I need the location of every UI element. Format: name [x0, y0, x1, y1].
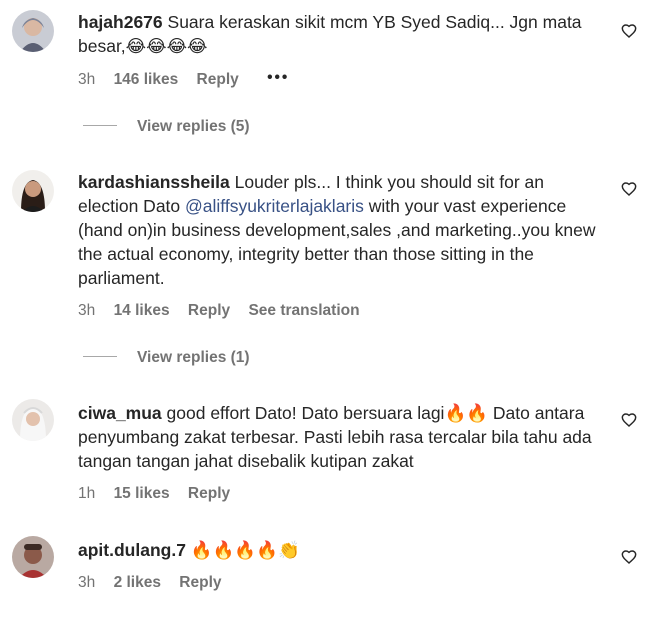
divider-line	[83, 356, 117, 358]
avatar[interactable]	[12, 399, 54, 441]
see-translation-button[interactable]: See translation	[248, 302, 359, 319]
comment-text: 🔥🔥🔥🔥👏	[190, 540, 300, 560]
comment-time: 1h	[78, 485, 96, 502]
reply-button[interactable]: Reply	[188, 485, 230, 502]
comment-time: 3h	[78, 71, 96, 88]
heart-icon[interactable]	[621, 549, 637, 565]
avatar[interactable]	[12, 10, 54, 52]
avatar[interactable]	[12, 170, 54, 212]
reply-button[interactable]: Reply	[179, 574, 221, 591]
comment-time: 3h	[78, 574, 96, 591]
comment-body: apit.dulang.7 🔥🔥🔥🔥👏	[78, 538, 598, 562]
view-replies-label: View replies (1)	[137, 349, 250, 366]
comment-body: ciwa_mua good effort Dato! Dato bersuara…	[78, 401, 598, 473]
comment-username[interactable]: kardashianssheila	[78, 172, 230, 192]
divider-line	[83, 125, 117, 127]
likes-count[interactable]: 15 likes	[114, 485, 170, 502]
likes-count[interactable]: 2 likes	[114, 574, 161, 591]
view-replies-label: View replies (5)	[137, 118, 250, 135]
heart-icon[interactable]	[621, 23, 637, 39]
reply-button[interactable]: Reply	[188, 302, 230, 319]
mention-link[interactable]: @aliffsyukriterlajaklaris	[185, 196, 364, 216]
comment-body: kardashianssheila Louder pls... I think …	[78, 170, 598, 290]
view-replies-button[interactable]: View replies (1)	[83, 349, 250, 367]
comment-meta: 1h 15 likes Reply	[78, 485, 244, 503]
comment-meta: 3h 14 likes Reply See translation	[78, 302, 374, 320]
likes-count[interactable]: 14 likes	[114, 302, 170, 319]
comment-username[interactable]: hajah2676	[78, 12, 163, 32]
reply-button[interactable]: Reply	[197, 71, 239, 88]
comment-meta: 3h 146 likes Reply •••	[78, 69, 303, 89]
comment-username[interactable]: apit.dulang.7	[78, 540, 186, 560]
comment-body: hajah2676 Suara keraskan sikit mcm YB Sy…	[78, 10, 598, 58]
comment-meta: 3h 2 likes Reply	[78, 574, 236, 592]
view-replies-button[interactable]: View replies (5)	[83, 118, 250, 136]
more-options-icon[interactable]: •••	[267, 69, 289, 87]
heart-icon[interactable]	[621, 412, 637, 428]
comment-time: 3h	[78, 302, 96, 319]
likes-count[interactable]: 146 likes	[114, 71, 179, 88]
avatar[interactable]	[12, 536, 54, 578]
comment-username[interactable]: ciwa_mua	[78, 403, 162, 423]
heart-icon[interactable]	[621, 181, 637, 197]
